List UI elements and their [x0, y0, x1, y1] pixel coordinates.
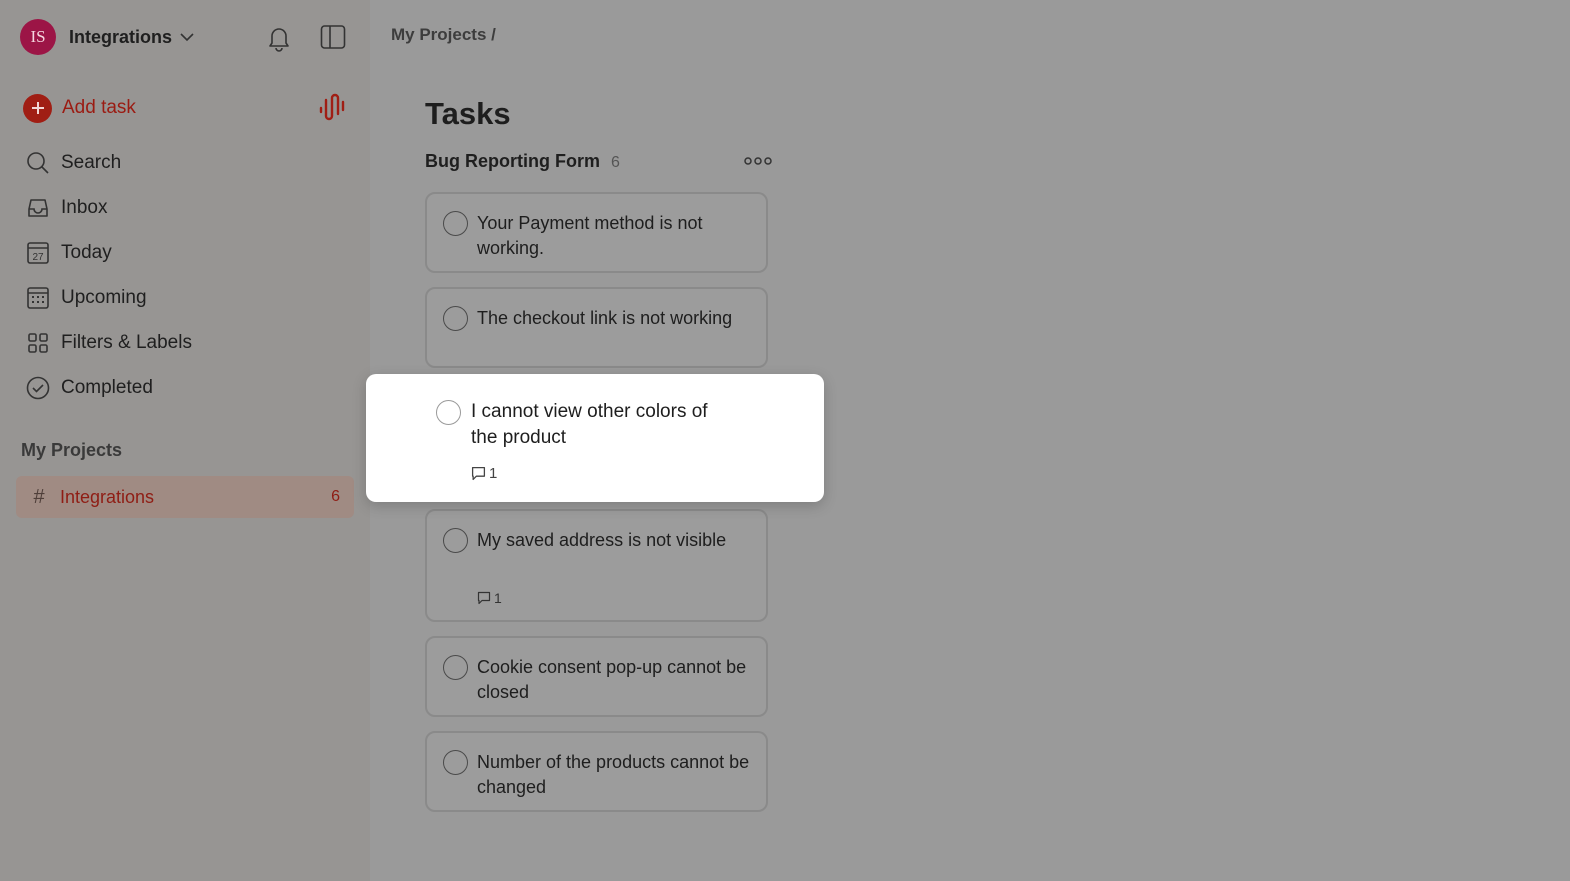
sidebar-item-label: Filters & Labels — [61, 331, 192, 353]
add-task-button[interactable]: Add task — [23, 93, 136, 123]
avatar: IS — [20, 19, 56, 55]
sidebar-item-label: Search — [61, 151, 122, 173]
plus-icon — [23, 93, 52, 123]
task-checkbox[interactable] — [443, 306, 468, 331]
activity-icon[interactable] — [318, 92, 348, 127]
task-checkbox[interactable] — [443, 750, 468, 775]
sidebar-item-filters-labels[interactable]: Filters & Labels — [25, 320, 192, 365]
sidebar-item-upcoming[interactable]: Upcoming — [25, 275, 192, 320]
task-title: The checkout link is not working — [477, 308, 733, 328]
comment-count: 1 — [477, 590, 502, 606]
sidebar-nav: Search Inbox 27 Today Upcoming Filters &… — [25, 140, 192, 410]
section-name: Bug Reporting Form — [425, 151, 600, 171]
task-title: Your Payment method is not working. — [477, 213, 703, 258]
task-card[interactable]: Your Payment method is not working. — [425, 192, 768, 273]
section-count: 6 — [610, 154, 620, 171]
sidebar-toggle-icon[interactable] — [320, 24, 346, 55]
workspace-switcher[interactable]: IS Integrations — [20, 19, 194, 55]
task-checkbox[interactable] — [443, 528, 468, 553]
bell-icon[interactable] — [266, 24, 292, 57]
task-checkbox[interactable] — [443, 655, 468, 680]
comment-icon — [477, 591, 491, 605]
task-title: Number of the products cannot be changed — [477, 752, 750, 797]
grid-icon — [25, 330, 51, 356]
comment-count-value: 1 — [494, 590, 502, 606]
breadcrumb[interactable]: My Projects / — [391, 25, 496, 45]
section-header: Bug Reporting Form 6 — [425, 151, 620, 172]
task-title: My saved address is not visible — [477, 530, 727, 550]
calendar-today-icon: 27 — [25, 240, 51, 266]
task-card[interactable]: Number of the products cannot be changed — [425, 731, 768, 812]
task-title: Cookie consent pop-up cannot be closed — [477, 657, 747, 702]
sidebar-item-label: Completed — [61, 376, 153, 398]
check-circle-icon — [25, 375, 51, 401]
task-checkbox[interactable] — [436, 400, 461, 425]
task-card[interactable]: My saved address is not visible 1 — [425, 509, 768, 622]
sidebar-item-completed[interactable]: Completed — [25, 365, 192, 410]
chevron-down-icon — [180, 32, 194, 42]
sidebar-item-inbox[interactable]: Inbox — [25, 185, 192, 230]
sidebar-item-label: Today — [61, 241, 112, 263]
my-projects-heading[interactable]: My Projects — [21, 440, 122, 461]
svg-text:27: 27 — [32, 252, 44, 263]
calendar-grid-icon — [25, 285, 51, 311]
sidebar-item-label: Upcoming — [61, 286, 147, 308]
task-checkbox[interactable] — [443, 211, 468, 236]
comment-count-value: 1 — [489, 465, 498, 482]
project-count: 6 — [331, 488, 340, 505]
project-label: Integrations — [60, 486, 155, 507]
add-task-label: Add task — [62, 97, 136, 118]
comment-count: 1 — [471, 465, 497, 482]
sidebar-item-search[interactable]: Search — [25, 140, 192, 185]
task-title: I cannot view other colors of the produc… — [471, 401, 708, 448]
task-card[interactable]: The checkout link is not working — [425, 287, 768, 368]
sidebar-item-integrations[interactable]: # Integrations 6 — [16, 476, 354, 518]
more-options-icon[interactable] — [743, 153, 773, 174]
hash-icon: # — [33, 485, 45, 508]
search-icon — [25, 150, 51, 176]
sidebar-item-label: Inbox — [61, 196, 108, 218]
workspace-name: Integrations — [69, 26, 173, 47]
sidebar-item-today[interactable]: 27 Today — [25, 230, 192, 275]
sidebar: IS Integrations Add task Search Inbox 27… — [0, 0, 370, 881]
page-title: Tasks — [425, 96, 511, 131]
dragging-task-card[interactable]: I cannot view other colors of the produc… — [366, 374, 824, 502]
task-card[interactable]: Cookie consent pop-up cannot be closed — [425, 636, 768, 717]
comment-icon — [471, 466, 486, 481]
inbox-icon — [25, 195, 51, 221]
